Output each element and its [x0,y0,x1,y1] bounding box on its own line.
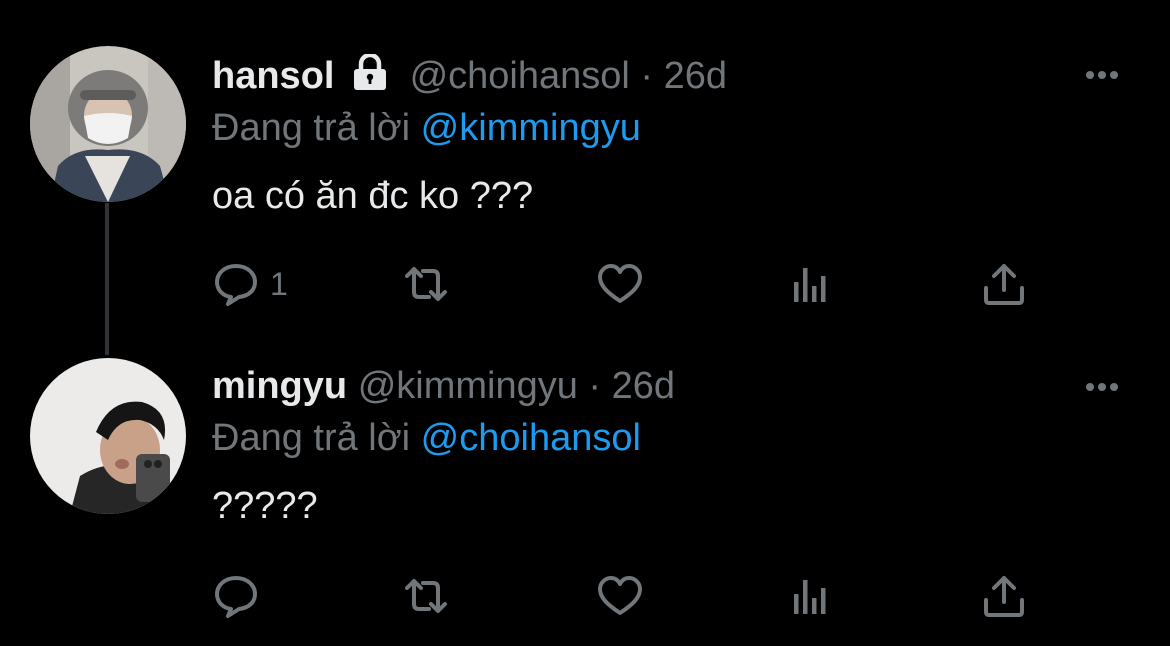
lock-icon [351,52,389,102]
retweet-button[interactable] [402,258,450,310]
reply-count: 1 [270,265,288,302]
retweet-icon [405,267,447,301]
analytics-icon [794,580,826,614]
tweet-text: ????? [212,485,318,527]
replying-to: Đang trả lời @choihansol [212,414,641,462]
heart-icon [598,576,642,615]
heart-icon [598,264,642,303]
replying-to: Đang trả lời @kimmingyu [212,104,641,152]
views-button[interactable] [788,258,836,310]
more-options-icon[interactable] [1086,378,1126,392]
avatar-hansol[interactable] [30,46,186,202]
separator-dot: · [588,365,602,407]
retweet-button[interactable] [402,570,450,622]
tweet-actions [212,570,1062,622]
tweet-mingyu[interactable]: mingyu @kimmingyu · 26d Đang trả lời @ch… [0,330,1170,646]
replying-to-mention[interactable]: @kimmingyu [421,107,641,149]
timestamp[interactable]: 26d [664,55,727,97]
replying-prefix: Đang trả lời [212,417,411,459]
tweet-header: mingyu @kimmingyu · 26d [212,362,675,410]
avatar-mingyu-image [30,358,186,514]
timestamp[interactable]: 26d [612,365,675,407]
share-button[interactable] [980,258,1028,310]
replying-to-mention[interactable]: @choihansol [421,417,641,459]
display-name[interactable]: hansol [212,55,334,97]
separator-dot: · [640,55,654,97]
avatar-mingyu[interactable] [30,358,186,514]
replying-prefix: Đang trả lời [212,107,411,149]
like-button[interactable] [596,570,644,622]
reply-icon [215,576,257,618]
user-handle[interactable]: @choihansol [410,55,630,97]
share-icon [984,264,1024,305]
tweet-text: oa có ăn đc ko ??? [212,175,534,217]
display-name[interactable]: mingyu [212,365,347,407]
tweet-header: hansol @choihansol · 26d [212,52,727,102]
tweet-hansol[interactable]: hansol @choihansol · 26d Đang trả lời @k… [0,0,1170,355]
analytics-icon [794,268,826,302]
reply-button[interactable]: 1 [212,258,288,310]
views-button[interactable] [788,570,836,622]
reply-icon [215,264,257,306]
retweet-icon [405,579,447,613]
avatar-hansol-image [30,46,186,202]
more-options-icon[interactable] [1086,66,1126,80]
user-handle[interactable]: @kimmingyu [358,365,578,407]
share-icon [984,576,1024,617]
tweet-actions: 1 [212,258,1062,310]
share-button[interactable] [980,570,1028,622]
reply-button[interactable] [212,570,270,622]
like-button[interactable] [596,258,644,310]
